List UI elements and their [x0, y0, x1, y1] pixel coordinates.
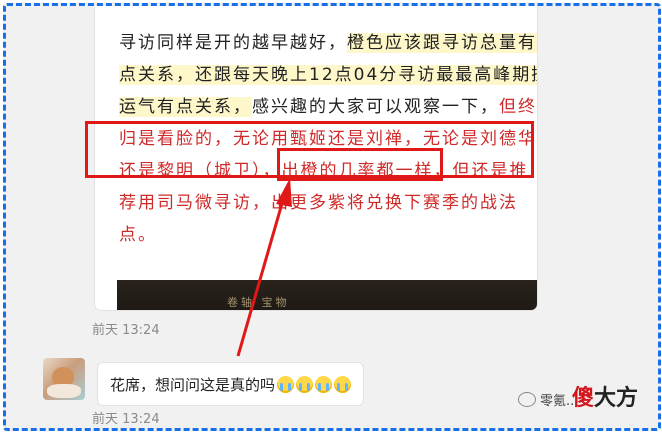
annotation-arrow — [236, 178, 292, 357]
